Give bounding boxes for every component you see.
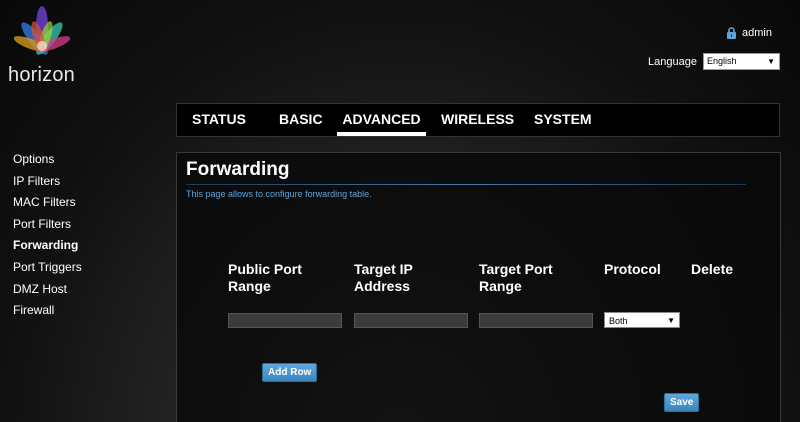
page-title: Forwarding	[186, 159, 290, 180]
sidebar-item-forwarding[interactable]: Forwarding	[13, 237, 82, 259]
forwarding-panel: Forwarding This page allows to configure…	[176, 152, 781, 422]
horizon-logo: horizon	[8, 4, 78, 86]
sidebar-item-dmz-host[interactable]: DMZ Host	[13, 281, 82, 303]
chevron-down-icon: ▼	[667, 316, 675, 325]
lock-icon	[727, 27, 737, 39]
user-info: admin	[726, 27, 772, 39]
tab-basic[interactable]: BASIC	[279, 104, 323, 136]
tab-advanced[interactable]: ADVANCED	[337, 104, 426, 136]
column-header-target-port-range: Target Port Range	[479, 261, 553, 294]
public-port-range-input[interactable]	[228, 313, 342, 328]
save-button[interactable]: Save	[664, 393, 700, 412]
tab-wireless[interactable]: WIRELESS	[441, 104, 514, 136]
sidebar-item-options[interactable]: Options	[13, 151, 82, 173]
language-select[interactable]: English ▼	[703, 53, 780, 70]
tab-system[interactable]: SYSTEM	[534, 104, 592, 136]
add-row-button[interactable]: Add Row	[262, 363, 318, 382]
page-description: This page allows to configure forwarding…	[186, 189, 372, 199]
language-selector: Language English ▼	[648, 53, 780, 70]
language-label: Language	[648, 55, 697, 68]
target-ip-input[interactable]	[354, 313, 468, 328]
column-header-public-port-range: Public Port Range	[228, 261, 302, 294]
target-port-range-input[interactable]	[479, 313, 593, 328]
flower-logo-icon	[14, 6, 70, 55]
column-header-target-ip-address: Target IP Address	[354, 261, 413, 294]
chevron-down-icon: ▼	[767, 57, 775, 66]
sidebar-item-port-filters[interactable]: Port Filters	[13, 216, 82, 238]
tab-status[interactable]: STATUS	[192, 104, 246, 136]
title-divider	[186, 184, 746, 185]
sidebar-item-firewall[interactable]: Firewall	[13, 302, 82, 324]
username[interactable]: admin	[742, 27, 772, 39]
language-selected-value: English	[707, 56, 737, 66]
protocol-select[interactable]: Both ▼	[604, 312, 680, 328]
sidebar-item-port-triggers[interactable]: Port Triggers	[13, 259, 82, 281]
protocol-selected-value: Both	[609, 316, 628, 326]
column-header-delete: Delete	[691, 261, 734, 277]
sidebar-item-ip-filters[interactable]: IP Filters	[13, 173, 82, 195]
column-header-protocol: Protocol	[604, 261, 661, 277]
logo-text: horizon	[8, 64, 75, 86]
sidebar: Options IP Filters MAC Filters Port Filt…	[13, 151, 82, 324]
sidebar-item-mac-filters[interactable]: MAC Filters	[13, 194, 82, 216]
main-nav: STATUS BASIC ADVANCED WIRELESS SYSTEM	[176, 103, 780, 137]
